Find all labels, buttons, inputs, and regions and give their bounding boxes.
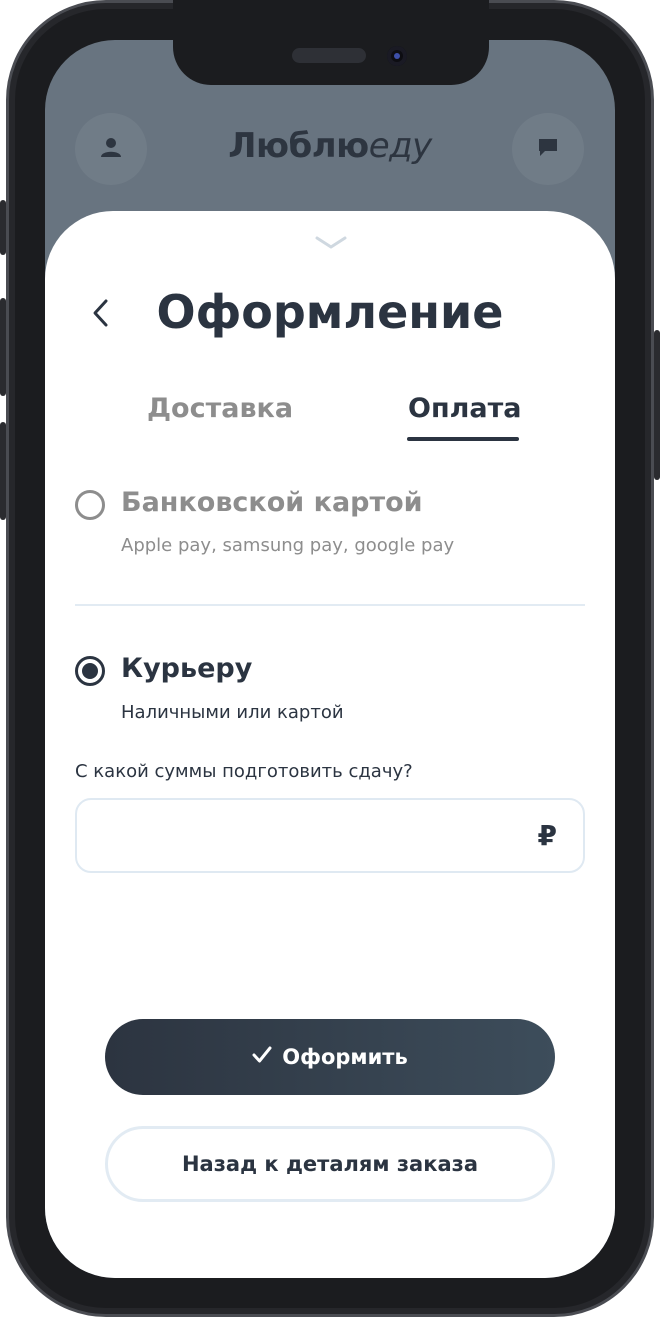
phone-notch: [173, 0, 489, 85]
brand-logo-light: еду: [368, 126, 433, 166]
divider: [75, 604, 585, 606]
active-tab-indicator: [407, 437, 519, 441]
power-button: [654, 330, 660, 480]
submit-order-label: Оформить: [282, 1045, 408, 1069]
back-to-order-button[interactable]: Назад к деталям заказа: [105, 1126, 555, 1202]
back-to-order-label: Назад к деталям заказа: [181, 1152, 478, 1176]
chevron-down-icon[interactable]: [315, 235, 347, 254]
brand-logo: Люблюеду: [190, 126, 470, 166]
radio-courier[interactable]: [75, 656, 105, 686]
ruble-icon: ₽: [537, 819, 557, 852]
tab-delivery[interactable]: Доставка: [147, 393, 293, 424]
option-courier-title[interactable]: Курьеру: [121, 653, 252, 684]
option-bank-card-subtitle: Apple pay, samsung pay, google pay: [121, 535, 455, 556]
change-amount-input[interactable]: [97, 800, 521, 873]
user-icon: [99, 135, 123, 163]
change-amount-field[interactable]: ₽: [75, 798, 585, 873]
speaker-grille: [292, 48, 366, 63]
check-icon: [252, 1045, 272, 1069]
option-bank-card-title[interactable]: Банковской картой: [121, 487, 423, 518]
option-courier-subtitle: Наличными или картой: [121, 702, 344, 723]
page-title: Оформление: [156, 285, 504, 339]
radio-bank-card[interactable]: [75, 490, 105, 520]
change-amount-label: С какой суммы подготовить сдачу?: [75, 761, 413, 782]
chat-icon: [536, 135, 560, 163]
profile-button[interactable]: [75, 113, 147, 185]
chat-button[interactable]: [512, 113, 584, 185]
checkout-sheet: Оформление Доставка Оплата Банковской ка…: [45, 211, 615, 1278]
tab-payment[interactable]: Оплата: [408, 393, 521, 424]
submit-order-button[interactable]: Оформить: [105, 1019, 555, 1095]
brand-logo-bold: Люблю: [228, 126, 369, 166]
front-camera: [387, 46, 407, 66]
